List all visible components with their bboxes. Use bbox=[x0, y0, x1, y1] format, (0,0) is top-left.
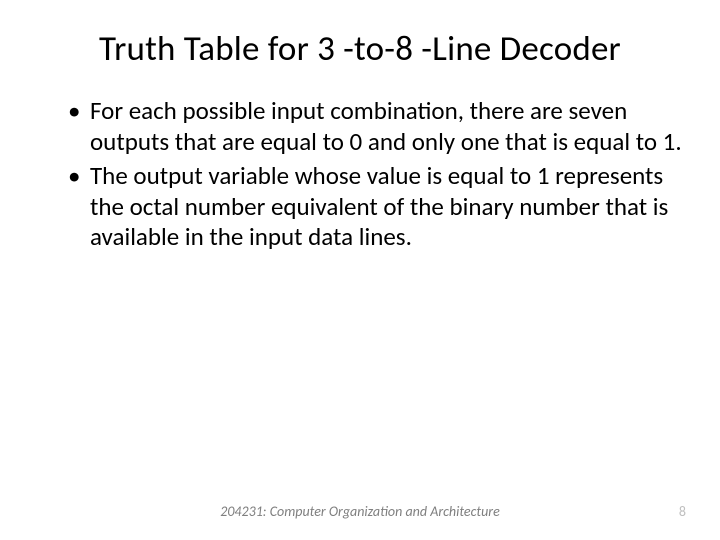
footer-page-number: 8 bbox=[679, 503, 686, 520]
footer-course: 204231: Computer Organization and Archit… bbox=[220, 503, 500, 520]
bullet-item: For each possible input combination, the… bbox=[68, 96, 682, 157]
slide-title: Truth Table for 3 -to-8 -Line Decoder bbox=[38, 28, 682, 70]
slide-body: For each possible input combination, the… bbox=[38, 96, 682, 253]
bullet-item: The output variable whose value is equal… bbox=[68, 161, 682, 253]
slide: Truth Table for 3 -to-8 -Line Decoder Fo… bbox=[0, 0, 720, 540]
